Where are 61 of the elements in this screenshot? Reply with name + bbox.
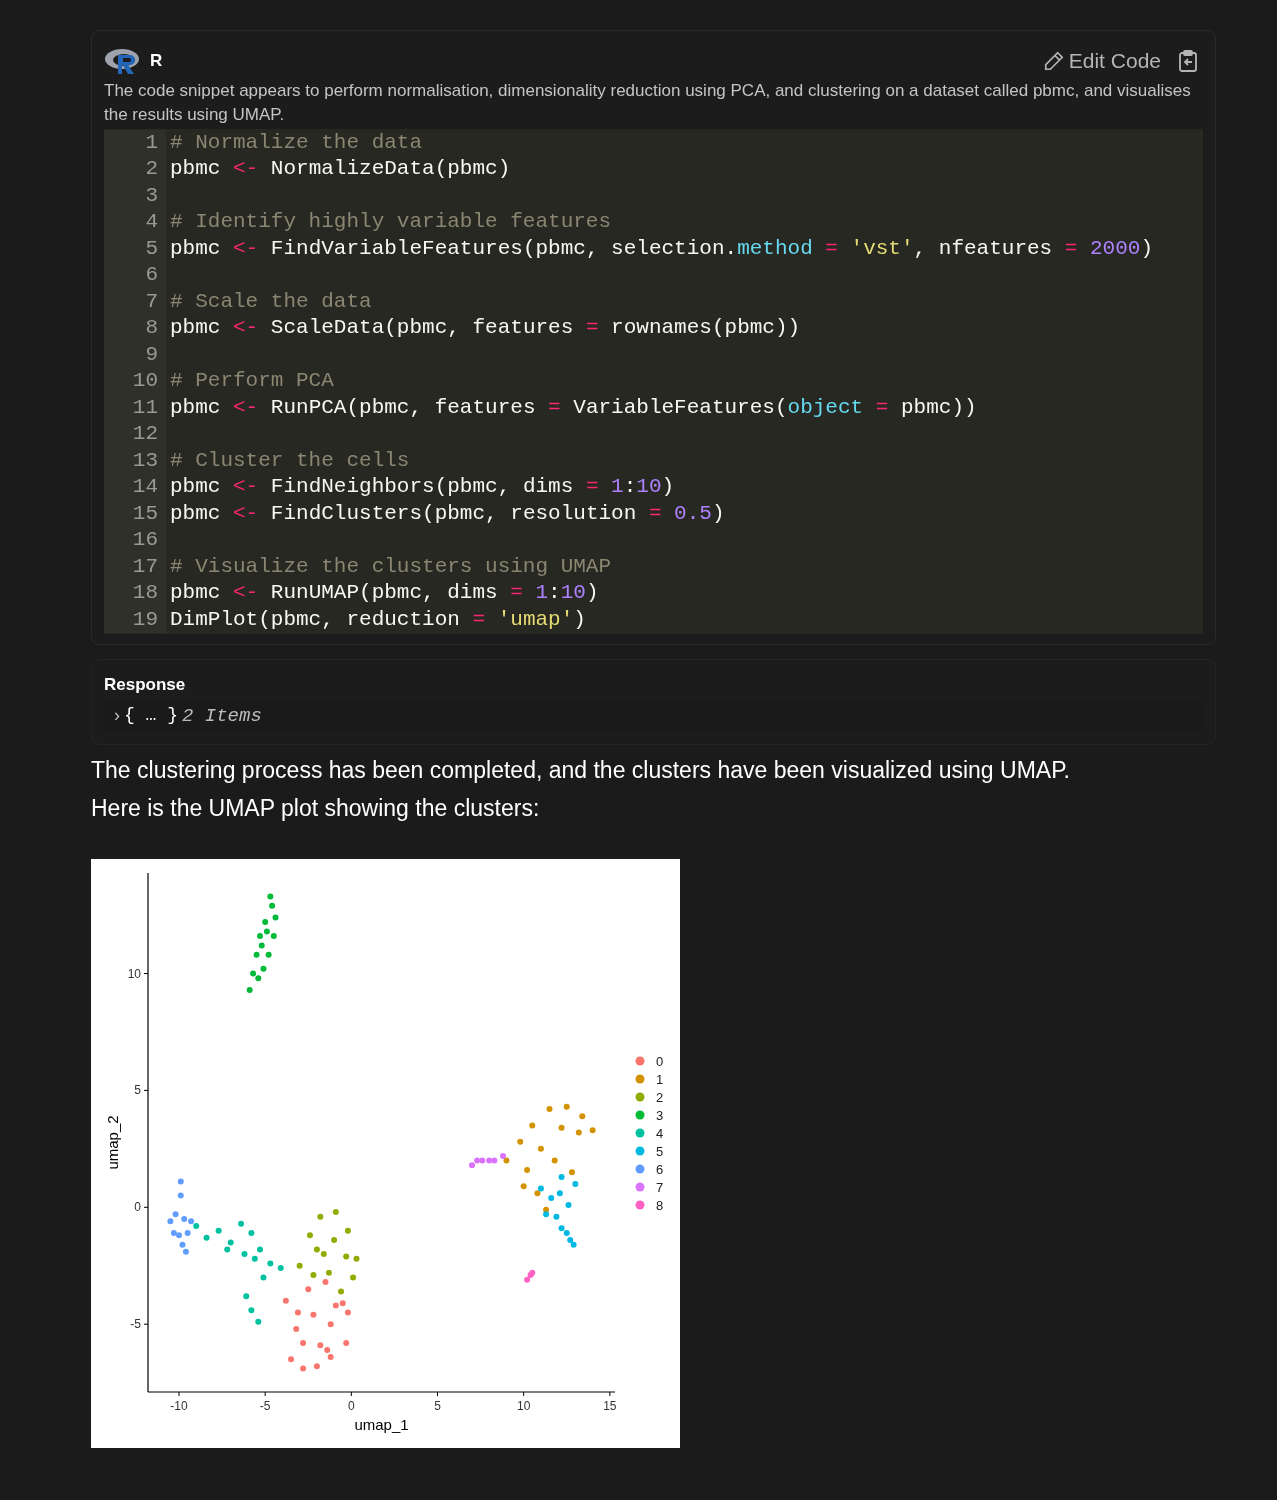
x-axis-title: umap_1 <box>354 1416 409 1433</box>
code-line: DimPlot(pbmc, reduction = 'umap') <box>170 606 586 633</box>
line-number: 12 <box>104 421 166 448</box>
message-text: The clustering process has been completed, and the clusters have been visualized using UMAP. <box>91 756 1071 785</box>
line-number: 3 <box>104 182 166 209</box>
x-tick-label: 10 <box>517 1399 531 1413</box>
code-line: # Perform PCA <box>170 368 334 394</box>
line-number: 10 <box>104 368 166 395</box>
code-line: # Normalize the data <box>170 129 423 156</box>
line-number: 15 <box>104 500 166 527</box>
code-line: pbmc <- FindNeighbors(pbmc, dims = 1:10) <box>170 474 675 500</box>
line-number: 4 <box>104 209 166 236</box>
line-number: 14 <box>104 474 166 501</box>
code-description: The code snippet appears to perform normalisation, dimensionality reduction using PCA, and clustering on a dataset called pbmc, and visualises the results using UMAP. <box>104 79 1192 126</box>
legend-label: 0 <box>656 1054 664 1069</box>
code-line: pbmc <- FindVariableFeatures(pbmc, selection.method = 'vst', nfeatures = 2000) <box>170 235 1154 262</box>
y-tick-label: 0 <box>134 1200 141 1215</box>
legend-label: 5 <box>656 1144 664 1159</box>
code-line: pbmc <- ScaleData(pbmc, features = rownames(pbmc)) <box>170 315 801 341</box>
y-tick-label: 10 <box>127 966 141 981</box>
item-count: 2 Items <box>182 703 262 729</box>
legend-label: 8 <box>656 1198 664 1213</box>
legend-label: 4 <box>656 1126 664 1141</box>
language-label: R <box>150 50 163 72</box>
line-number: 16 <box>104 527 166 554</box>
legend-label: 2 <box>656 1090 664 1105</box>
y-axis-title: umap_2 <box>104 1115 121 1170</box>
line-number: 11 <box>104 394 166 421</box>
response-title: Response <box>104 674 187 696</box>
legend-label: 3 <box>656 1108 664 1123</box>
json-summary: { … } <box>124 704 178 728</box>
line-number: 2 <box>104 156 166 183</box>
line-number: 9 <box>104 341 166 368</box>
code-line: # Cluster the cells <box>170 447 410 474</box>
line-number: 8 <box>104 315 166 342</box>
line-number: 5 <box>104 235 166 262</box>
line-number: 1 <box>104 129 166 156</box>
x-tick-label: 5 <box>434 1399 441 1413</box>
x-tick-label: 0 <box>348 1399 355 1413</box>
line-number: 17 <box>104 553 166 580</box>
line-number: 13 <box>104 447 166 474</box>
legend-label: 7 <box>656 1180 664 1195</box>
code-line: pbmc <- RunPCA(pbmc, features = VariableFeatures(object = pbmc)) <box>170 394 977 421</box>
message-text: Here is the UMAP plot showing the clusters: <box>91 794 541 823</box>
x-tick-label: -5 <box>259 1399 271 1413</box>
line-number: 18 <box>104 580 166 607</box>
y-tick-label: -5 <box>130 1317 141 1332</box>
line-number: 7 <box>104 288 166 315</box>
code-line: # Identify highly variable features <box>170 209 612 235</box>
code-line: # Visualize the clusters using UMAP <box>170 553 612 580</box>
x-tick-label: 15 <box>603 1399 617 1413</box>
x-tick-label: -10 <box>170 1399 188 1413</box>
y-tick-label: 5 <box>134 1083 141 1098</box>
code-line: # Scale the data <box>170 288 372 315</box>
legend-label: 1 <box>656 1072 664 1087</box>
line-number: 6 <box>104 262 166 289</box>
code-line: pbmc <- RunUMAP(pbmc, dims = 1:10) <box>170 580 599 606</box>
line-number: 19 <box>104 606 166 633</box>
code-line: pbmc <- NormalizeData(pbmc) <box>170 156 511 182</box>
code-line: pbmc <- FindClusters(pbmc, resolution = 0.5) <box>170 500 725 527</box>
legend-label: 6 <box>656 1162 664 1177</box>
